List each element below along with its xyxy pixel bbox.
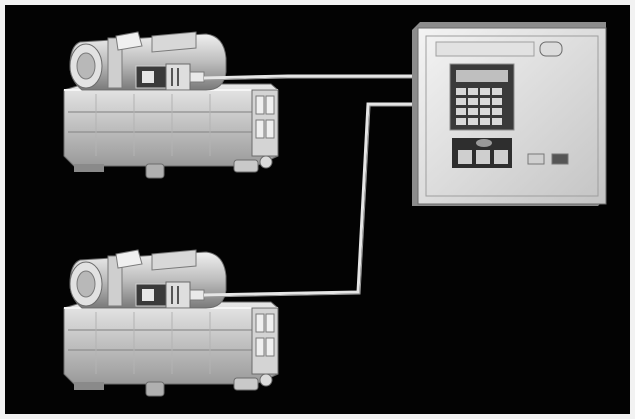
panel-button-1 bbox=[458, 150, 472, 164]
indicator-light-dark bbox=[551, 153, 569, 165]
compressor-unit-2 bbox=[63, 249, 279, 397]
compressor-unit-1 bbox=[63, 31, 279, 179]
panel-button-2 bbox=[476, 150, 490, 164]
indicator-light bbox=[527, 153, 545, 165]
control-panel bbox=[412, 22, 607, 206]
equipment-diagram bbox=[63, 22, 607, 397]
display-window bbox=[456, 70, 508, 82]
panel-button-3 bbox=[494, 150, 508, 164]
